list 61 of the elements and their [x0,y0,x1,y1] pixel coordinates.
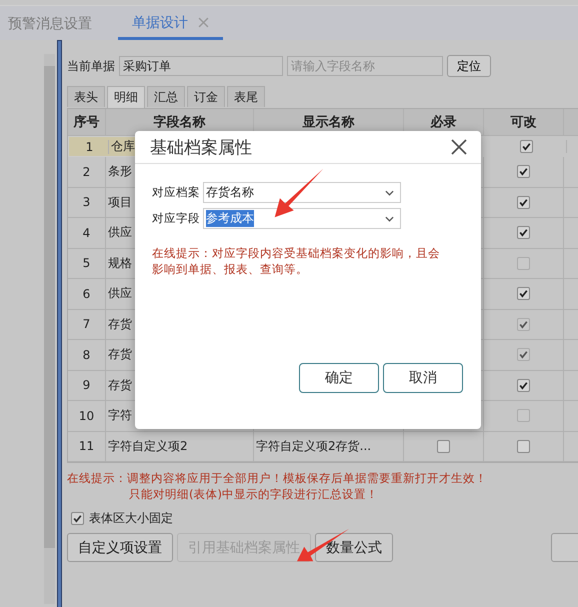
section-tab[interactable]: 订金 [187,86,225,107]
field-label: 对应档案 [152,185,200,200]
checkbox[interactable] [437,440,450,453]
table-cell: 仓库 [111,138,135,155]
notice-text: 只能对明细(表体)中显示的字段进行汇总设置！ [128,486,379,502]
checkbox[interactable] [517,226,530,240]
row-number: 3 [82,195,90,210]
column-header: 序号 [68,109,106,135]
checkbox[interactable] [517,287,530,300]
scrollbar[interactable] [44,54,55,604]
table-cell: 供应 [108,285,132,302]
table-cell: 供应 [108,224,132,242]
checkbox-label: 表体区大小固定 [89,510,173,527]
close-icon[interactable] [451,139,467,155]
locate-button[interactable]: 定位 [447,55,491,77]
dialog-button[interactable]: 取消 [383,363,463,393]
field-label: 当前单据 [67,58,115,74]
dialog-title: 基础档案属性 [150,136,252,158]
row-number: 4 [82,226,90,240]
row-number: 9 [82,378,90,392]
notice-text: 在线提示：调整内容将应用于全部用户！模板保存后单据需要重新打开才生效！ [67,470,488,486]
table-cell: 条形 [108,163,132,180]
chevron-down-icon[interactable] [385,216,394,222]
table-cell: 项目 [108,194,132,211]
table-cell: 存货 [108,316,132,333]
document-field[interactable]: 采购订单 [119,56,283,76]
table-cell: 存货 [108,346,132,364]
action-button[interactable]: 自定义项设置 [67,533,173,562]
checkbox[interactable] [517,165,530,178]
dropdown-field[interactable]: 存货名称 [203,182,401,203]
column-header: 可改 [484,109,564,135]
chevron-down-icon[interactable] [385,190,394,196]
row-number: 2 [82,164,90,179]
action-button[interactable]: 数量公式 [315,533,393,562]
table-cell: 字符 [108,407,132,424]
checkbox[interactable] [71,512,84,525]
field-label: 对应字段 [152,211,200,226]
search-field[interactable]: 请输入字段名称 [287,56,443,76]
checkbox[interactable] [520,140,533,153]
row-number: 8 [82,348,90,362]
table-cell: 字符自定义项2 [108,438,188,455]
section-tab[interactable]: 表头 [67,86,105,107]
table-cell: 存货 [108,376,132,394]
section-tab[interactable]: 明细 [107,86,145,108]
row-number: 11 [78,439,94,454]
dropdown-field[interactable]: 参考成本 [203,208,401,229]
section-tab[interactable]: 汇总 [147,86,185,107]
row-number: 1 [86,140,94,154]
dialog-button[interactable]: 确定 [299,363,379,393]
row-number: 5 [82,256,90,270]
checkbox[interactable] [517,440,530,453]
section-tab[interactable]: 表尾 [227,86,265,107]
row-number: 7 [82,317,90,332]
row-number: 6 [82,286,90,301]
checkbox[interactable] [517,196,530,209]
table-cell: 规格 [108,254,132,272]
row-number: 10 [78,408,94,423]
table-row[interactable]: 11 字符自定义项2 字符自定义项2存货... [68,432,578,462]
table-cell: 字符自定义项2存货... [256,438,372,455]
checkbox[interactable] [517,378,530,392]
hint-text: 在线提示：对应字段内容受基础档案变化的影响，且会影响到单据、报表、查询等。 [152,245,441,277]
